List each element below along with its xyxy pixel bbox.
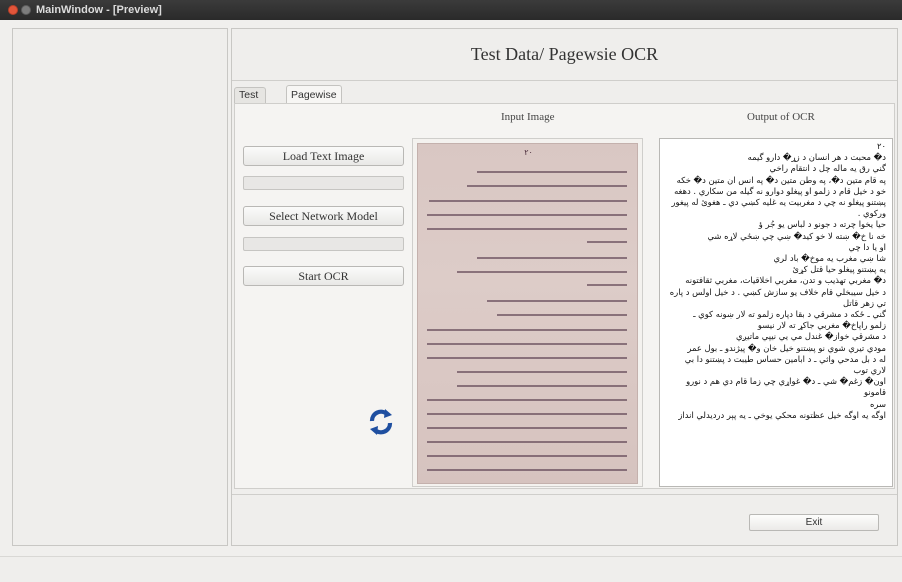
scan-text-line (467, 185, 627, 187)
ocr-output-line: اون� زغم� شي ـ د� غواړي چي زما قام دي هم… (686, 376, 886, 398)
scan-text-line (427, 469, 627, 471)
scan-text-line (427, 441, 627, 443)
scan-text-line (427, 228, 627, 230)
input-image-frame: ٢٠ (412, 138, 643, 487)
tab-pane-pagewise: Input Image Output of OCR Load Text Imag… (234, 103, 895, 489)
scan-text-line (429, 200, 627, 202)
refresh-icon[interactable] (366, 407, 396, 437)
ocr-output-line: زلمو راپاخ� مغربي جاكړ ته لار نيسو (757, 320, 886, 331)
scan-text-line (497, 314, 627, 316)
ocr-output-line: خه نا خ� ښته لا خو كيد� ښي چي ښځي لاړه ش… (707, 230, 886, 241)
load-progress-bar (243, 176, 404, 190)
scan-text-line (427, 214, 627, 216)
page-title: Test Data/ Pagewsie OCR (470, 44, 659, 64)
scan-text-line (477, 171, 627, 173)
scan-text-line (427, 343, 627, 345)
ocr-output-line: وركوي . (857, 208, 886, 219)
ocr-output-label: Output of OCR (747, 111, 815, 123)
scanned-page-image: ٢٠ (417, 143, 638, 484)
start-ocr-button[interactable]: Start OCR (243, 266, 404, 286)
ocr-output-line: تي زهر قاتل (843, 297, 886, 308)
scan-text-line (587, 284, 627, 286)
scan-text-line (427, 413, 627, 415)
ocr-output-line: گني رق يه ماله چل د انتقام راخي (769, 163, 886, 174)
scan-text-line (487, 300, 627, 302)
ocr-output-line: شا ښي مغرب يه موخ� باد لري (773, 253, 886, 264)
ocr-output-line: لاري توب (853, 365, 886, 376)
scan-text-line (457, 385, 627, 387)
scan-text-line (427, 357, 627, 359)
scan-text-line (427, 427, 627, 429)
bottom-bar: Exit (232, 494, 897, 545)
ocr-output-line: مودي تيري شوي نو پښتنو خيل خان و� پيژندو… (687, 342, 886, 353)
ocr-output-line: حيا يخوا چرته د جونو د لباس يو جُر ؤ (758, 219, 886, 230)
main-panel: Test Data/ Pagewsie OCR Test Data Pagewi… (231, 28, 898, 546)
minimize-window-icon[interactable] (21, 5, 31, 15)
ocr-output-line: پښتنو پيغلو نه چي د مغربيت يه غليه كښي د… (671, 197, 886, 208)
ocr-output-line: اوگه يه اوگه خيل عظتونه محكي يوخي ـ يه پ… (678, 409, 886, 420)
ocr-output-line: د خيل سيبخلي قام خلاف يو سازش كښي . د خي… (669, 286, 886, 297)
ocr-output-line: خو د خيل قام د زلمو او پيغلو دوارو نه گي… (674, 185, 886, 196)
load-text-image-button[interactable]: Load Text Image (243, 146, 404, 166)
tab-pagewise-testing[interactable]: Pagewise Testing (OCR) (286, 85, 342, 137)
input-image-label: Input Image (501, 111, 555, 123)
header: Test Data/ Pagewsie OCR (232, 29, 897, 81)
ocr-output-line: ٢٠ (877, 141, 886, 151)
ocr-output-line: يه پښتنو پيغلو حيا قتل كړئ (792, 264, 886, 275)
scan-text-line (587, 241, 627, 243)
ocr-output-line: او يا دا چي (848, 241, 886, 252)
ocr-output-line: له د بل مدحي واثي ـ د ابامين حساس طيبت د… (684, 353, 886, 364)
scan-text-line (427, 329, 627, 331)
scan-text-line (457, 371, 627, 373)
ocr-output-line: د مشرقي خواز� غندل مي يي نيپي ماتيږي (736, 331, 886, 342)
window-titlebar: MainWindow - [Preview] (0, 0, 902, 20)
window-title: MainWindow - [Preview] (36, 4, 162, 16)
scan-text-line (427, 399, 627, 401)
scan-page-number: ٢٠ (524, 148, 533, 157)
tab-test-data[interactable]: Test Data (234, 87, 267, 116)
ocr-output-line: په قام متين د�، په وطن متين د� په انس ان… (676, 174, 886, 185)
scan-text-line (457, 271, 627, 273)
status-bar (0, 556, 902, 582)
ocr-output-line: سره (869, 398, 886, 409)
ocr-output-textbox[interactable]: ٢٠ د� محبت د هر انسان د زړ� دارو گيمه گني … (659, 138, 893, 487)
exit-button[interactable]: Exit (749, 514, 879, 531)
model-progress-bar (243, 237, 404, 251)
ocr-output-line: د� مغربي تهذيب و تدن، مغربي اخلاقيات، مغ… (685, 275, 886, 286)
left-panel (12, 28, 228, 546)
ocr-output-line: د� محبت د هر انسان د زړ� دارو گيمه (747, 152, 886, 163)
scan-text-line (427, 455, 627, 457)
scan-text-line (477, 257, 627, 259)
select-network-model-button[interactable]: Select Network Model (243, 206, 404, 226)
ocr-output-line: گني ـ ځکه د مشرقي د بقا دپاره زلمو ته لا… (693, 309, 886, 320)
close-window-icon[interactable] (8, 5, 18, 15)
